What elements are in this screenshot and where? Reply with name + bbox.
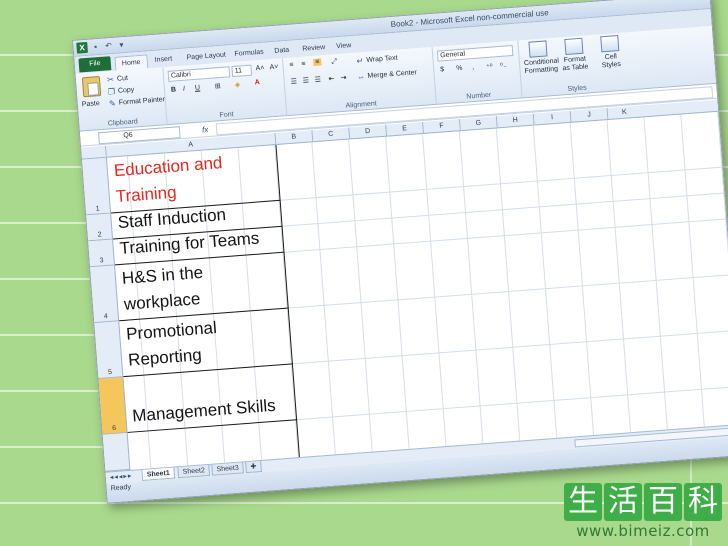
wrap-text-label: Wrap Text (366, 54, 398, 64)
font-name-select[interactable]: Calibri (167, 66, 231, 82)
row-header[interactable]: 2 (86, 213, 114, 242)
conditional-formatting-button[interactable]: Conditional Formatting (522, 40, 559, 76)
align-left-icon[interactable]: ☰ (290, 77, 298, 85)
align-top-icon[interactable]: ≡ (289, 61, 294, 68)
paste-icon[interactable] (81, 76, 102, 98)
cell-styles-button[interactable]: Cell Styles (594, 35, 626, 71)
cell-a5-text: Promotional Reporting (125, 317, 218, 370)
borders-icon[interactable]: ⊞ (215, 82, 221, 90)
format-painter-label: Format Painter (118, 96, 166, 107)
watermark-char: 百 (644, 483, 682, 521)
increase-indent-icon[interactable]: ⇥ (340, 74, 346, 82)
copy-button[interactable]: ❐ Copy (107, 85, 135, 96)
cut-label: Cut (116, 74, 129, 83)
grow-font-button[interactable]: A˄ (255, 65, 264, 73)
shrink-font-button[interactable]: A˅ (269, 64, 278, 72)
watermark-char: 科 (684, 483, 722, 521)
copy-icon: ❐ (107, 86, 116, 97)
italic-button[interactable]: I (183, 86, 185, 93)
align-bottom-icon[interactable]: ≡ (313, 58, 322, 66)
tab-view[interactable]: View (336, 39, 352, 54)
watermark-char: 活 (604, 483, 642, 521)
cell-styles-icon (600, 35, 620, 53)
undo-icon[interactable]: ↶ (103, 40, 114, 51)
tab-data[interactable]: Data (274, 44, 290, 59)
merge-center-label: Merge & Center (367, 69, 418, 80)
align-right-icon[interactable]: ☰ (314, 75, 321, 83)
increase-decimal-icon[interactable]: ⁺⁰ (486, 63, 493, 71)
sheet-nav-arrows-icon[interactable]: ◂◂◂▸▸ (110, 472, 133, 482)
font-color-button[interactable]: A (254, 79, 260, 86)
number-group: General $ % , ⁺⁰ ⁰₋ Number (432, 40, 523, 105)
underline-button[interactable]: U (195, 85, 201, 92)
tab-insert[interactable]: Insert (154, 53, 173, 68)
save-icon[interactable]: ▪ (90, 41, 101, 52)
fill-color-icon[interactable]: ◈ (235, 81, 241, 89)
cell-styles-label: Cell Styles (601, 53, 622, 70)
clipboard-group: Paste ✂ Cut ❐ Copy ✎ Format Painter Clipboa… (75, 67, 168, 132)
conditional-formatting-label: Conditional Formatting (523, 57, 560, 76)
decrease-decimal-icon[interactable]: ⁰₋ (500, 61, 507, 69)
styles-group: Conditional Formatting Format as Table C… (518, 32, 632, 98)
watermark-char: 生 (564, 483, 602, 521)
bold-button[interactable]: B (171, 86, 177, 93)
merge-center-button[interactable]: ⇔ Merge & Center (356, 68, 417, 82)
watermark: 生 活 百 科 www.bimeiz.com (564, 483, 722, 540)
excel-window: X ▪ ↶ ▾ Book2 - Microsoft Excel non-comm… (72, 0, 728, 504)
font-group: Calibri 11 A˄ A˅ B I U ⊞ ◈ A Font (163, 58, 288, 126)
cut-button[interactable]: ✂ Cut (106, 74, 129, 85)
align-middle-icon[interactable]: ≡ (301, 61, 306, 68)
copy-label: Copy (117, 86, 135, 95)
fx-icon[interactable]: fx (202, 125, 209, 134)
format-table-icon (564, 37, 584, 56)
paste-button[interactable]: Paste (82, 100, 100, 108)
scissors-icon: ✂ (106, 74, 115, 85)
watermark-url: www.bimeiz.com (576, 522, 710, 540)
status-text: Ready (110, 483, 132, 493)
cell-a1-text: Education and Training (113, 153, 224, 207)
currency-button[interactable]: $ (440, 66, 444, 73)
row-header[interactable]: 3 (88, 239, 116, 268)
brush-icon: ✎ (108, 98, 117, 109)
format-painter-button[interactable]: ✎ Format Painter (108, 95, 166, 108)
tab-file[interactable]: File (78, 56, 112, 73)
decrease-indent-icon[interactable]: ⇤ (328, 74, 334, 82)
alignment-group: ≡ ≡ ≡ ⤢ ☰ ☰ ☰ ⇤ ⇥ ↵ Wrap Text ⇔ Merge & Ce… (282, 46, 437, 117)
quick-access-toolbar: X ▪ ↶ ▾ (76, 39, 127, 54)
cell-a4-text: H&S in the workplace (121, 262, 204, 314)
excel-logo-icon[interactable]: X (76, 41, 89, 54)
number-format-select[interactable]: General (436, 44, 514, 62)
wrap-text-button[interactable]: ↵ Wrap Text (355, 54, 398, 66)
comma-button[interactable]: , (472, 64, 474, 71)
align-center-icon[interactable]: ☰ (302, 76, 309, 84)
font-size-select[interactable]: 11 (231, 64, 253, 78)
wrap-icon: ↵ (356, 56, 364, 66)
percent-button[interactable]: % (456, 65, 463, 72)
redo-icon[interactable]: ▾ (116, 39, 127, 50)
row-header[interactable] (102, 432, 131, 472)
format-as-table-button[interactable]: Format as Table (558, 37, 590, 73)
spreadsheet-grid: A B C D E F G H I J K 1 Education and Tr… (81, 99, 728, 472)
conditional-formatting-icon (528, 40, 548, 58)
merge-icon: ⇔ (356, 72, 366, 82)
format-as-table-label: Format as Table (562, 55, 589, 73)
watermark-logo: 生 活 百 科 (564, 483, 722, 521)
orientation-icon[interactable]: ⤢ (331, 58, 337, 66)
